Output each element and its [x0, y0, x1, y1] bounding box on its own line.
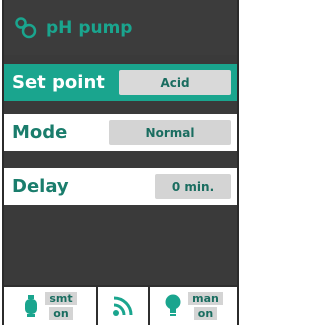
set-point-value[interactable]: Acid: [119, 70, 231, 95]
setting-row-set-point[interactable]: Set point Acid: [4, 64, 237, 101]
pump-status-cell[interactable]: smt on: [4, 287, 96, 325]
pump-status-icon: [25, 295, 38, 317]
mode-label: Mode: [12, 122, 68, 143]
manual-status-badge: man on: [188, 291, 223, 321]
manual-status-line1: man: [188, 292, 223, 305]
signal-cell[interactable]: [96, 287, 148, 325]
set-point-label: Set point: [12, 72, 105, 93]
screen-header: pH pump: [4, 0, 237, 55]
pump-status-badge: smt on: [45, 291, 77, 321]
signal-icon: [113, 296, 133, 316]
light-bulb-icon: [165, 294, 181, 316]
manual-status-line2: on: [193, 307, 218, 320]
pump-status-line2: on: [49, 307, 73, 320]
delay-label: Delay: [12, 176, 69, 197]
mode-value[interactable]: Normal: [109, 120, 231, 145]
pump-icon: [15, 16, 37, 38]
page-title: pH pump: [46, 17, 133, 38]
manual-status-cell[interactable]: man on: [148, 287, 237, 325]
delay-value[interactable]: 0 min.: [155, 174, 231, 199]
status-bar: smt on man on: [4, 285, 237, 325]
setting-row-mode[interactable]: Mode Normal: [4, 114, 237, 151]
setting-row-delay[interactable]: Delay 0 min.: [4, 168, 237, 205]
pump-screen: pH pump Set point Acid Mode Normal Delay…: [2, 0, 239, 325]
pump-status-line1: smt: [45, 292, 77, 305]
